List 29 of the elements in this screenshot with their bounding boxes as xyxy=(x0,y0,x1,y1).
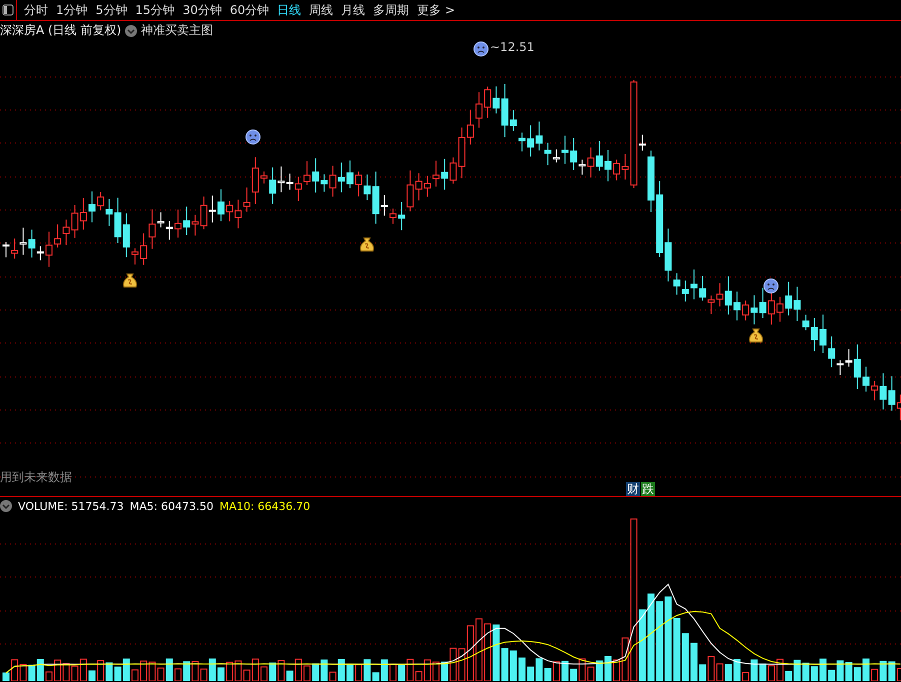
period-tab[interactable]: 分时 xyxy=(20,2,52,18)
period-tab[interactable]: 更多 > xyxy=(413,2,459,18)
period-tab[interactable]: 30分钟 xyxy=(178,2,226,18)
money-bag-icon xyxy=(360,238,374,252)
period-tab[interactable]: 15分钟 xyxy=(131,2,179,18)
indicator-name: 神准买卖主图 xyxy=(141,22,214,39)
period-tab[interactable]: 60分钟 xyxy=(226,2,274,18)
volume-reading: MA10: 66436.70 xyxy=(219,500,310,512)
sad-face-icon xyxy=(764,278,778,294)
period-tab[interactable]: 月线 xyxy=(337,2,370,18)
money-bag-icon xyxy=(123,274,137,288)
chevron-down-icon[interactable] xyxy=(125,24,138,36)
period-tab[interactable]: 1分钟 xyxy=(52,2,92,18)
period-tab[interactable]: 周线 xyxy=(305,2,338,18)
panel-toggle-icon[interactable] xyxy=(2,4,14,16)
volume-reading: MA5: 60473.50 xyxy=(130,500,214,512)
period-tab[interactable]: 5分钟 xyxy=(92,2,132,18)
period-tab[interactable]: 多周期 xyxy=(369,2,414,18)
volume-reading: VOLUME: 51754.73 xyxy=(18,500,124,512)
money-bag-icon xyxy=(749,328,763,342)
event-badge: 跌 xyxy=(641,482,655,496)
sad-face-icon xyxy=(246,130,260,144)
event-badge: 财 xyxy=(626,482,640,496)
stock-title: 深深房A (日线 前复权) xyxy=(0,22,122,39)
period-tab[interactable]: 日线 xyxy=(273,2,306,18)
peak-price-label: ~12.51 xyxy=(490,40,534,54)
sad-face-icon xyxy=(474,42,488,56)
warning-text: 用到未来数据 xyxy=(0,469,72,486)
chevron-down-icon[interactable] xyxy=(0,500,12,512)
